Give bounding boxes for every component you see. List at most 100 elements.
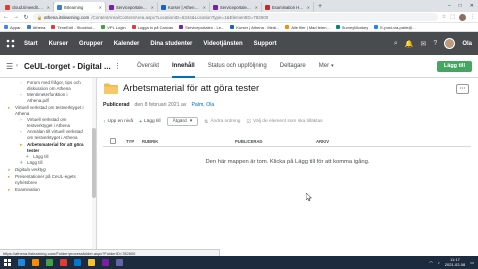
browser-tab[interactable]: cloud.timeedit.net ✕ xyxy=(2,2,54,12)
maximize-icon[interactable]: □ xyxy=(459,3,462,9)
select-all-checkbox[interactable] xyxy=(110,138,116,144)
sidebar-tree-item[interactable]: ▫ Virtuell verkstad om testverktyget i At… xyxy=(0,117,96,129)
star-icon[interactable]: ☆ xyxy=(442,14,446,20)
sidebar-tree-item[interactable]: ▫ Anmälan till virtuell verkstad om testv… xyxy=(0,129,96,141)
course-title[interactable]: CeUL-torget - Digital ... xyxy=(24,62,114,71)
browser-tab[interactable]: Examination Help Cente✕ xyxy=(262,2,314,12)
bookmarks-bar: Appar Athena TimeEdit - Stockhol... VPL Log… xyxy=(0,23,478,32)
user-avatar[interactable] xyxy=(444,38,456,49)
taskbar-app-icon[interactable] xyxy=(18,259,25,266)
bookmark-item[interactable]: VPL Login xyxy=(101,25,126,30)
tab-oversikt[interactable]: Översikt xyxy=(137,55,159,78)
nav-start[interactable]: Start xyxy=(24,41,38,47)
messages-icon[interactable]: ✉ xyxy=(421,40,427,48)
sidebar-tree-item[interactable]: ◌ Forum med frågor, tips och diskussion o… xyxy=(0,80,96,92)
bookmark-item[interactable]: Kurser | Athena - Medi... xyxy=(230,25,279,30)
add-content-button[interactable]: Lägg till xyxy=(436,60,472,72)
profile-avatar[interactable] xyxy=(459,13,466,21)
back-icon[interactable]: ← xyxy=(3,14,9,20)
column-publicerad[interactable]: PUBLICERAD xyxy=(235,139,316,144)
tab-status[interactable]: Status och uppföljning xyxy=(208,55,267,78)
actions-dropdown[interactable]: Åtgärd ▾ xyxy=(166,117,199,126)
browser-tab[interactable]: Kurser | Athena - Medic✕ xyxy=(158,2,210,12)
tab-deltagare[interactable]: Deltagare xyxy=(280,55,306,78)
sidebar-scroll-thumb[interactable] xyxy=(92,128,96,198)
volume-icon[interactable]: ♪ xyxy=(438,260,440,265)
url-field[interactable]: 🔒 athena.itslearning.com/ContentArea/Con… xyxy=(33,13,438,21)
taskbar-app-icon[interactable] xyxy=(60,259,67,266)
nav-kalender[interactable]: Kalender xyxy=(114,41,140,47)
close-tab-icon[interactable]: ✕ xyxy=(151,5,154,10)
bookmark-item[interactable]: Logga in på Canvas xyxy=(131,25,173,30)
sidebar-tree-item[interactable]: ▸ Digitala verktyg xyxy=(0,167,96,173)
close-tab-icon[interactable]: ✕ xyxy=(99,5,102,10)
browser-tab[interactable]: Serviceportalen - Hant✕ xyxy=(106,2,158,12)
bookmark-item[interactable]: Appar xyxy=(4,25,21,30)
bookmark-item[interactable]: SurveyMonkey xyxy=(335,25,368,30)
up-one-level-button[interactable]: ↑ Upp en nivå xyxy=(103,119,133,125)
notification-center-icon[interactable]: ▭ xyxy=(470,260,474,265)
sidebar-tree-item[interactable]: ▸ Arbetsmaterial för att göra tester xyxy=(0,142,96,154)
sidebar-tree-item[interactable]: ▸ Presentationer på CeUL-egets nyhetsbrev xyxy=(0,174,96,186)
menu-icon[interactable]: ☰ xyxy=(6,62,16,71)
taskbar-clock[interactable]: 11:17 2021-02-08 xyxy=(445,257,465,268)
sidebar-add-item[interactable]: + Lägg till xyxy=(0,160,96,166)
published-by-link[interactable]: Palm, Ola xyxy=(191,102,214,108)
help-icon[interactable]: ? xyxy=(433,40,437,47)
nav-grupper[interactable]: Grupper xyxy=(79,41,103,47)
reload-icon[interactable]: ↻ xyxy=(23,14,29,21)
add-button[interactable]: + Lägg till xyxy=(139,119,160,125)
bookmark-item[interactable]: Alle filer | Mad felen... xyxy=(285,25,330,30)
nav-dina-studenter[interactable]: Dina studenter xyxy=(150,41,192,47)
taskbar-app-icon[interactable] xyxy=(32,259,39,266)
course-options-icon[interactable]: ⋮ xyxy=(114,62,121,70)
browser-tab[interactable]: Serviceportalen - Lärare✕ xyxy=(210,2,262,12)
nav-videotjansten[interactable]: Videotjänsten xyxy=(203,41,242,47)
bookmark-item[interactable]: Serviceportalen - Le... xyxy=(179,25,224,30)
wifi-icon[interactable]: ◠ xyxy=(429,260,433,265)
sidebar-tree-item[interactable]: ▸ Examination xyxy=(0,187,96,193)
content-tree-sidebar: ◌ Forum med frågor, tips och diskussion o… xyxy=(0,78,97,256)
user-name[interactable]: Ola xyxy=(462,41,472,47)
close-tab-icon[interactable]: ✕ xyxy=(255,5,258,10)
taskbar-app-icon[interactable] xyxy=(102,259,109,266)
bookmark-item[interactable]: Athena xyxy=(26,25,45,30)
column-arkiv[interactable]: ARKIV xyxy=(316,139,329,144)
close-tab-icon[interactable]: ✕ xyxy=(47,5,50,10)
bookmark-item[interactable]: E-post-via-palm@... xyxy=(374,25,416,30)
bookmark-item[interactable]: TimeEdit - Stockhol... xyxy=(51,25,95,30)
nav-support[interactable]: Support xyxy=(254,41,277,47)
taskbar-app-icon[interactable] xyxy=(46,259,53,266)
itslearning-logo-icon[interactable] xyxy=(6,39,15,48)
browser-tab[interactable]: Itslearning ✕ xyxy=(54,2,106,12)
windows-start-icon[interactable] xyxy=(4,259,11,266)
edit-order-button[interactable]: ⇅ Ändra ordning xyxy=(204,119,240,125)
folder-options-button[interactable]: ··· xyxy=(456,84,469,94)
select-elements-button[interactable]: ☑ Välj de element som ska tilläktas xyxy=(246,119,322,125)
extensions-icon[interactable]: ⬚ xyxy=(450,14,455,20)
tab-innehall[interactable]: Innehåll xyxy=(172,55,195,78)
minimize-icon[interactable]: – xyxy=(448,3,451,9)
bookmark-favicon-icon xyxy=(179,25,184,29)
close-window-icon[interactable]: ✕ xyxy=(470,3,474,9)
taskbar-app-icon[interactable] xyxy=(74,259,81,266)
bookmark-favicon-icon xyxy=(335,25,340,29)
taskbar-app-icon[interactable] xyxy=(116,259,123,266)
forward-icon[interactable]: → xyxy=(13,14,19,20)
notifications-icon[interactable]: 🔔 xyxy=(405,40,414,48)
sidebar-tree-item[interactable]: ▫ Mentimeterfunktion i Athena.pdf xyxy=(0,92,96,104)
collapse-sidebar-icon[interactable]: ‹ xyxy=(16,63,24,69)
close-tab-icon[interactable]: ✕ xyxy=(203,5,206,10)
sidebar-item-label: Virtuell verkstad om testverktyget i Ath… xyxy=(27,117,71,128)
nav-kurser[interactable]: Kurser xyxy=(49,41,68,47)
tab-mer[interactable]: Mer ▾ xyxy=(319,55,334,78)
taskbar-app-icon[interactable] xyxy=(88,259,95,266)
column-rubrik[interactable]: RUBRIK xyxy=(142,139,235,144)
new-tab-button[interactable]: + xyxy=(314,2,326,12)
search-icon[interactable]: ⌕ xyxy=(394,40,398,48)
close-tab-icon[interactable]: ✕ xyxy=(307,5,310,10)
sidebar-tree-item[interactable]: ▸ Virtuell verkstad om testverktyget i At… xyxy=(0,105,96,117)
column-typ[interactable]: TYP xyxy=(126,139,142,144)
browser-menu-icon[interactable]: ⋮ xyxy=(470,14,475,20)
bookmark-favicon-icon xyxy=(26,25,31,29)
